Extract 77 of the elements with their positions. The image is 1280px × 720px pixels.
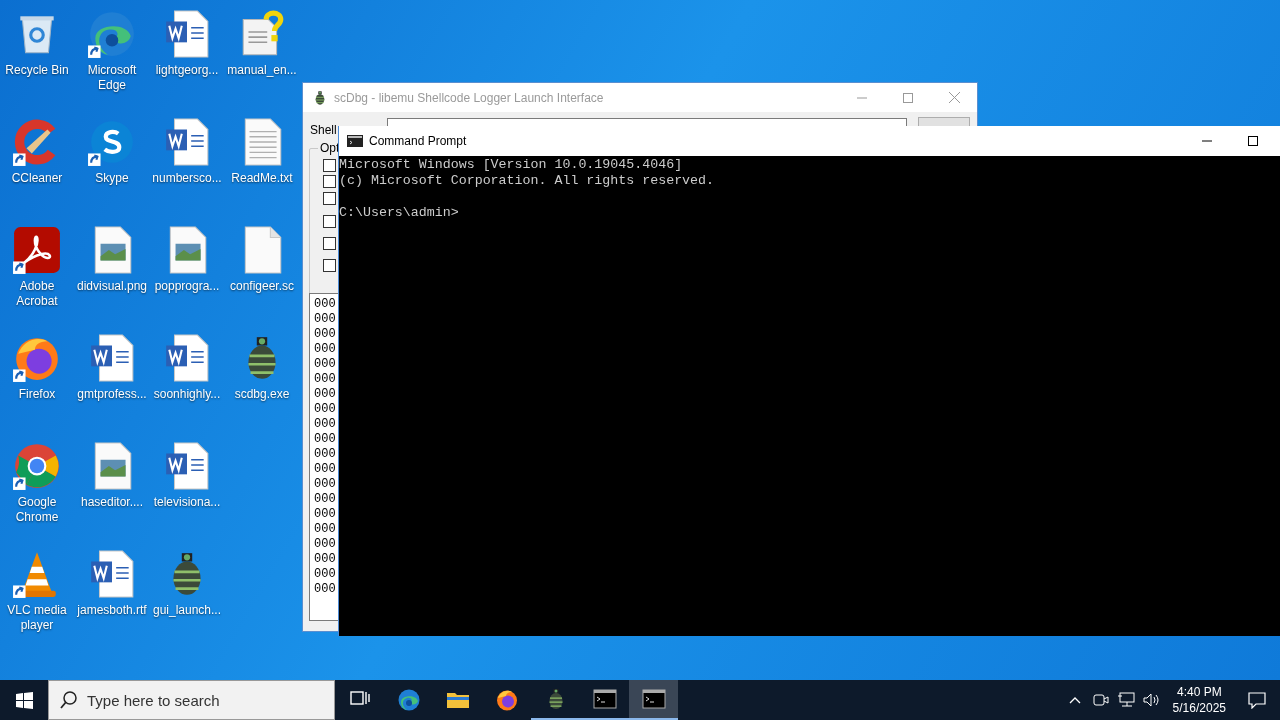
maximize-icon	[1248, 136, 1258, 146]
console-line: Microsoft Windows [Version 10.0.19045.4046]	[339, 157, 684, 173]
desktop-icon-label[interactable]: didvisual.png	[75, 279, 149, 294]
chevron-up-icon[interactable]	[1068, 696, 1081, 704]
desktop-icon-label[interactable]: CCleaner	[10, 171, 64, 186]
windows-logo-icon	[15, 691, 33, 709]
desktop-icon-label[interactable]: lightgeorg...	[154, 63, 220, 78]
desktop-icon-label[interactable]: ReadMe.txt	[230, 171, 294, 186]
log-line: 000	[314, 552, 337, 567]
console-icon	[641, 687, 666, 711]
desktop-icon-label[interactable]: Skype	[94, 171, 130, 186]
clock-date[interactable]: 5/16/2025	[1172, 700, 1226, 716]
desktop-icon-label[interactable]: configeer.sc	[228, 279, 295, 294]
console-icon	[592, 687, 617, 711]
desktop-icon-label[interactable]: numbersco...	[151, 171, 223, 186]
desktop-icon-label[interactable]: soonhighly...	[152, 387, 222, 402]
desktop-icon-label[interactable]: haseditor....	[79, 495, 144, 510]
option-checkbox[interactable]	[323, 215, 336, 228]
log-line: 000	[314, 567, 337, 582]
option-checkbox[interactable]	[323, 259, 336, 272]
desktop-icon-label[interactable]: VLC media player	[0, 603, 75, 633]
log-line: 000	[314, 447, 337, 462]
log-line: 000	[314, 342, 337, 357]
field-label: Shell	[310, 122, 337, 139]
speaker-icon[interactable]	[1142, 692, 1161, 708]
option-checkbox[interactable]	[323, 159, 336, 172]
log-line: 000	[314, 402, 337, 417]
log-line: 000	[314, 507, 337, 522]
log-line: 000	[314, 387, 337, 402]
option-checkbox[interactable]	[323, 237, 336, 250]
log-line: 000	[314, 477, 337, 492]
desktop-icon-label[interactable]: jamesboth.rtf	[76, 603, 148, 618]
network-icon[interactable]	[1116, 692, 1135, 708]
desktop-icon-label[interactable]: popprogra...	[153, 279, 221, 294]
log-line: 000	[314, 417, 337, 432]
desktop-icon-label[interactable]: Firefox	[17, 387, 57, 402]
log-line: 000	[314, 372, 337, 387]
notification-icon[interactable]	[1248, 691, 1266, 709]
window-title: Command Prompt	[369, 133, 467, 150]
log-line: 000	[314, 462, 337, 477]
search-field[interactable]: Type here to search	[48, 680, 335, 720]
firefox-icon	[494, 688, 519, 712]
log-line: 000	[314, 582, 337, 597]
console-icon	[347, 135, 363, 147]
chrome-icon[interactable]	[12, 441, 62, 491]
log-line: 000	[314, 312, 337, 327]
edge-icon[interactable]	[87, 9, 137, 59]
log-line: 000	[314, 327, 337, 342]
option-checkbox[interactable]	[323, 175, 336, 188]
taskbar-app-button[interactable]	[629, 680, 678, 720]
log-line: 000	[314, 432, 337, 447]
log-line: 000	[314, 357, 337, 372]
desktop-icon-label[interactable]: televisiona...	[152, 495, 222, 510]
log-line: 000	[314, 297, 337, 312]
desktop-icon-label[interactable]: gmtprofess...	[76, 387, 148, 402]
option-checkbox[interactable]	[323, 192, 336, 205]
edge-icon	[396, 688, 421, 712]
desktop-icon-label[interactable]: Recycle Bin	[4, 63, 70, 78]
log-line: 000	[314, 537, 337, 552]
acrobat-icon[interactable]	[12, 225, 62, 275]
desktop-icon-label[interactable]: gui_launch...	[151, 603, 223, 618]
maximize-icon	[903, 92, 913, 103]
file-path-field[interactable]	[387, 118, 907, 126]
console-prompt: C:\Users\admin>	[339, 205, 460, 221]
close-icon	[948, 92, 960, 103]
window-title: scDbg - libemu Shellcode Logger Launch Interface	[334, 89, 604, 107]
desktop-icon-label[interactable]: scdbg.exe	[233, 387, 291, 402]
desktop-icon-label[interactable]: Microsoft Edge	[74, 63, 150, 93]
desktop-icon-label[interactable]: manual_en...	[226, 63, 298, 78]
desktop-icon-label[interactable]: Adobe Acrobat	[0, 279, 75, 309]
console-line: (c) Microsoft Corporation. All rights reserved.	[339, 173, 716, 189]
clock-time[interactable]: 4:40 PM	[1176, 684, 1222, 700]
camera-icon[interactable]	[1092, 692, 1109, 708]
search-icon	[60, 691, 78, 709]
log-line: 000	[314, 522, 337, 537]
log-line: 000	[314, 492, 337, 507]
desktop-icon-label[interactable]: Google Chrome	[0, 495, 75, 525]
